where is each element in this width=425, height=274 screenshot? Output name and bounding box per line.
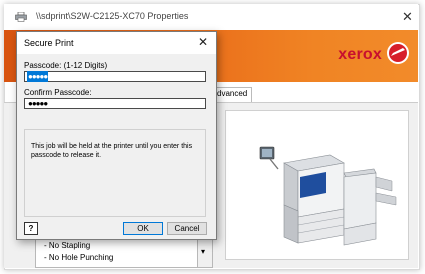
passcode-value: ●●●●●: [27, 71, 48, 82]
options-list[interactable]: - No Stapling - No Hole Punching: [35, 237, 213, 268]
xerox-logo: xerox: [338, 46, 382, 63]
ok-button[interactable]: OK: [123, 222, 163, 235]
close-icon[interactable]: ✕: [198, 36, 208, 48]
list-item: - No Hole Punching: [44, 253, 114, 262]
properties-close-button[interactable]: ✕: [402, 10, 413, 23]
confirm-passcode-label: Confirm Passcode:: [24, 88, 92, 97]
printer-illustration: [259, 146, 397, 246]
list-item: - No Stapling: [44, 241, 91, 250]
chevron-down-icon[interactable]: ▾: [201, 247, 205, 256]
passcode-field[interactable]: ●●●●●: [24, 71, 206, 82]
info-message: This job will be held at the printer unt…: [31, 143, 193, 159]
confirm-passcode-field[interactable]: ●●●●●: [24, 98, 206, 109]
dialog-title: Secure Print: [24, 38, 74, 48]
passcode-label: Passcode: (1-12 Digits): [24, 61, 108, 70]
printer-image-panel: [225, 110, 409, 260]
xerox-sphere-icon: [387, 42, 409, 64]
help-button[interactable]: ?: [24, 222, 38, 235]
confirm-passcode-value: ●●●●●: [28, 99, 48, 108]
info-box: This job will be held at the printer unt…: [24, 129, 206, 217]
tab-advanced[interactable]: dvanced: [214, 87, 253, 103]
dialog-titlebar: Secure Print ✕: [17, 32, 216, 54]
list-scrollbar[interactable]: ▾: [197, 237, 213, 268]
printer-icon: [15, 12, 27, 22]
secure-print-dialog: Secure Print ✕ Passcode: (1-12 Digits) ●…: [16, 31, 217, 240]
properties-window-title: \\sdprint\S2W-C2125-XC70 Properties: [36, 11, 189, 21]
properties-titlebar: \\sdprint\S2W-C2125-XC70 Properties ✕: [4, 4, 418, 30]
cancel-button[interactable]: Cancel: [167, 222, 207, 235]
